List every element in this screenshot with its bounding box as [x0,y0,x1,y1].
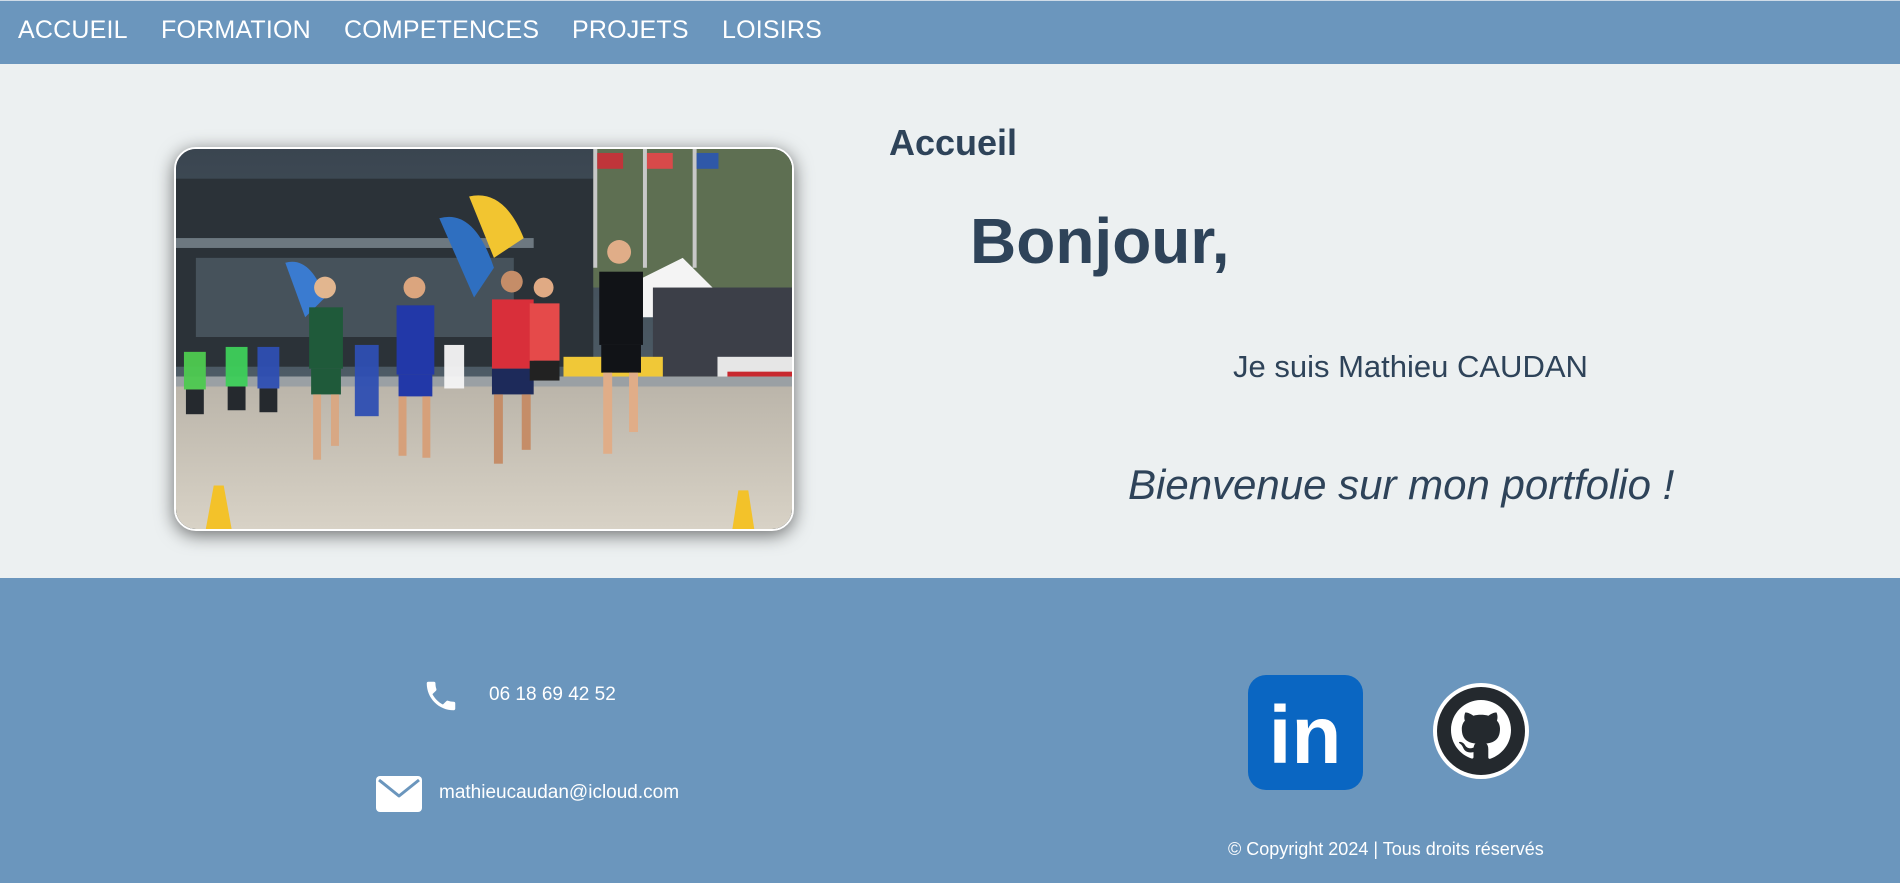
hero-section: Accueil Bonjour, Je suis Mathieu CAUDAN … [0,64,1900,578]
phone-number: 06 18 69 42 52 [489,684,616,705]
email-address: mathieucaudan@icloud.com [439,782,680,803]
greeting-heading: Bonjour, [970,204,1230,277]
nav-competences[interactable]: COMPETENCES [344,15,539,45]
nav-projets[interactable]: PROJETS [572,15,689,45]
github-link[interactable] [1432,682,1530,780]
hero-photo [174,147,794,531]
welcome-text: Bienvenue sur mon portfolio ! [1128,461,1675,508]
phone-icon [422,677,460,715]
envelope-icon [376,776,422,812]
nav-formation[interactable]: FORMATION [161,15,311,45]
top-navbar: ACCUEIL FORMATION COMPETENCES PROJETS LO… [0,0,1900,64]
copyright-text: © Copyright 2024 | Tous droits réservés [1228,839,1544,859]
linkedin-icon: in [1248,675,1363,790]
nav-accueil[interactable]: ACCUEIL [18,15,128,45]
linkedin-label: in [1269,690,1342,781]
github-icon [1433,683,1529,779]
footer: 06 18 69 42 52 mathieucaudan@icloud.com … [0,578,1900,883]
intro-text: Je suis Mathieu CAUDAN [1233,349,1588,384]
section-title: Accueil [889,121,1018,163]
nav-loisirs[interactable]: LOISIRS [722,15,822,45]
linkedin-link[interactable]: in [1248,675,1363,790]
runners-race-photo [176,149,792,529]
